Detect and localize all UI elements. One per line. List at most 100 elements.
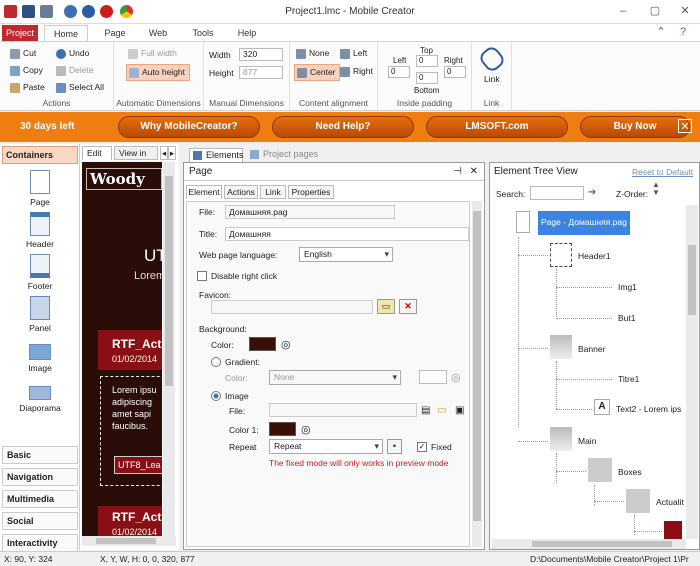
title-input[interactable]: Домашняя [225, 227, 469, 241]
palette-category-social[interactable]: Social [2, 512, 78, 530]
tab-home[interactable]: Home [44, 25, 88, 41]
tab-edit[interactable]: Edit [82, 146, 112, 160]
color-picker-icon[interactable]: ◎ [281, 338, 291, 351]
gradient-radio[interactable] [211, 357, 221, 367]
palette-category-containers[interactable]: Containers [2, 146, 78, 164]
padding-bottom-input[interactable]: 0 [416, 72, 438, 84]
tab-actions[interactable]: Actions [224, 185, 258, 199]
tab-elements[interactable]: Elements [189, 148, 244, 162]
palette-item-page[interactable]: Page [0, 170, 80, 207]
padding-right-input[interactable]: 0 [444, 66, 466, 78]
clear-favicon-icon[interactable]: ✕ [399, 299, 417, 314]
close-panel-icon[interactable]: ✕ [470, 163, 478, 181]
page-panel-scroll-thumb[interactable] [473, 211, 481, 521]
tree-node-header1[interactable]: Header1 [578, 251, 611, 261]
tree-node-img1[interactable]: Img1 [618, 282, 637, 292]
tree-node-actualit[interactable]: Actualit [656, 497, 684, 507]
tree-horizontal-scrollbar[interactable] [492, 539, 686, 549]
help-icon[interactable]: ? [676, 25, 690, 39]
palette-category-multimedia[interactable]: Multimedia [2, 490, 78, 508]
collapse-ribbon-icon[interactable]: ⌃ [654, 25, 668, 39]
fixed-checkbox[interactable]: ✓ [417, 442, 427, 452]
width-input[interactable]: 320 [239, 48, 283, 61]
align-right-button[interactable]: Right [340, 66, 373, 77]
browse-folder-icon[interactable]: ▭ [437, 405, 446, 416]
close-window-button[interactable]: ✕ [678, 4, 692, 18]
repeat-options-button[interactable]: • [387, 439, 402, 454]
tab-tools[interactable]: Tools [188, 25, 218, 41]
color1-picker-icon[interactable]: ◎ [301, 423, 311, 436]
paste-button[interactable]: Paste [10, 82, 45, 93]
palette-category-interactivity[interactable]: Interactivity [2, 534, 78, 552]
pin-icon[interactable]: ⊣ [453, 163, 462, 181]
page-preview[interactable]: Woody UTF Lorem RTF_Act 01/02/2014 Lorem… [82, 162, 162, 542]
align-none-button[interactable]: None [296, 48, 329, 59]
tab-page[interactable]: Page [100, 25, 130, 41]
tab-link[interactable]: Link [260, 185, 286, 199]
align-center-button[interactable]: Center [294, 64, 340, 81]
align-left-button[interactable]: Left [340, 48, 367, 59]
tree-scroll-thumb[interactable] [688, 245, 696, 315]
cut-button[interactable]: Cut [10, 48, 36, 59]
tree-hscroll-thumb[interactable] [532, 541, 672, 547]
tree-node-text2[interactable]: Text2 - Lorem ips [616, 404, 681, 414]
editor-scroll-thumb[interactable] [165, 176, 173, 386]
maximize-button[interactable]: ▢ [648, 4, 662, 18]
padding-left-input[interactable]: 0 [388, 66, 410, 78]
delete-button[interactable]: Delete [56, 65, 94, 76]
gradient-picker-icon[interactable]: ◎ [451, 371, 461, 384]
properties-icon[interactable]: ▤ [421, 405, 430, 416]
tree-node-page[interactable]: Page - Домашняя.pag [538, 211, 630, 235]
editor-vertical-scrollbar[interactable] [163, 162, 175, 542]
tab-scroll-right-icon[interactable]: ▸ [168, 146, 176, 160]
editor-horizontal-scrollbar[interactable] [82, 536, 176, 546]
color1-swatch[interactable] [269, 422, 296, 436]
disable-right-click-checkbox[interactable] [197, 271, 207, 281]
tab-properties[interactable]: Properties [288, 185, 334, 199]
gradient-color-swatch[interactable] [419, 370, 447, 384]
padding-top-input[interactable]: 0 [416, 55, 438, 67]
image-radio[interactable] [211, 391, 221, 401]
palette-item-image[interactable]: Image [0, 344, 80, 373]
why-mobilecreator-button[interactable]: Why MobileCreator? [118, 116, 260, 138]
reset-to-default-link[interactable]: Reset to Default [632, 167, 693, 177]
tab-project[interactable]: Project [2, 25, 38, 41]
undo-button[interactable]: Undo [56, 48, 89, 59]
palette-item-footer[interactable]: Footer [0, 254, 80, 291]
palette-item-diaporama[interactable]: Diaporama [0, 386, 80, 413]
palette-category-basic[interactable]: Basic [2, 446, 78, 464]
lmsoft-link-button[interactable]: LMSOFT.com [426, 116, 568, 138]
editor-hscroll-thumb[interactable] [96, 538, 156, 544]
tree-node-but1[interactable]: But1 [618, 313, 636, 323]
zorder-arrows-icon[interactable]: ▲ ▼ [652, 181, 660, 197]
clear-image-icon[interactable]: ▣ [455, 405, 464, 416]
tab-scroll-left-icon[interactable]: ◂ [160, 146, 168, 160]
tree-node-boxes[interactable]: Boxes [618, 467, 642, 477]
tree-node-main[interactable]: Main [578, 436, 596, 446]
close-promo-icon[interactable]: ✕ [678, 119, 692, 133]
tab-view-in-internet[interactable]: View in Int [114, 146, 158, 160]
tree-vertical-scrollbar[interactable] [686, 205, 698, 539]
tab-project-pages[interactable]: Project pages [247, 148, 327, 162]
palette-item-panel[interactable]: Panel [0, 296, 80, 333]
page-panel-scrollbar[interactable] [472, 201, 482, 547]
search-go-icon[interactable]: ➔ [588, 187, 596, 198]
link-button[interactable]: Link [484, 74, 500, 84]
full-width-button[interactable]: Full width [128, 48, 177, 59]
select-all-button[interactable]: Select All [56, 82, 104, 93]
copy-button[interactable]: Copy [10, 65, 43, 76]
chain-link-icon[interactable] [477, 44, 507, 74]
buy-now-button[interactable]: Buy Now [580, 116, 690, 138]
tree-node-titre1[interactable]: Titre1 [618, 374, 639, 384]
background-color-swatch[interactable] [249, 337, 276, 351]
height-input[interactable]: 877 [239, 66, 283, 79]
minimize-button[interactable]: – [616, 4, 630, 18]
tree-node-banner[interactable]: Banner [578, 344, 605, 354]
palette-category-navigation[interactable]: Navigation [2, 468, 78, 486]
tab-help[interactable]: Help [234, 25, 260, 41]
tab-web[interactable]: Web [144, 25, 172, 41]
tree-search-input[interactable] [530, 186, 584, 200]
palette-item-header[interactable]: Header [0, 212, 80, 249]
gradient-select[interactable]: None [269, 370, 401, 385]
tab-element[interactable]: Element [186, 185, 222, 199]
